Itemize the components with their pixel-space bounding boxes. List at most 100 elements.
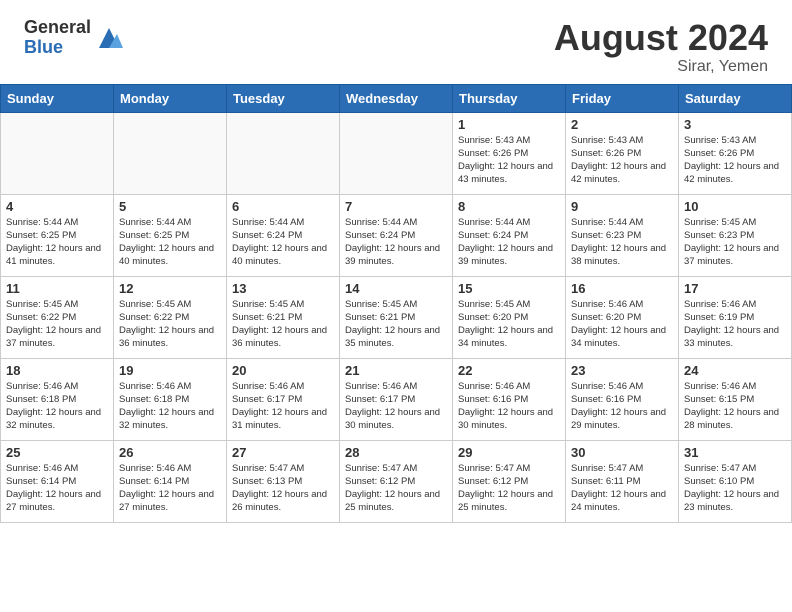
table-row	[1, 112, 114, 194]
day-number: 14	[345, 281, 447, 296]
day-info: Sunrise: 5:46 AM Sunset: 6:14 PM Dayligh…	[119, 462, 221, 515]
day-number: 8	[458, 199, 560, 214]
day-info: Sunrise: 5:46 AM Sunset: 6:15 PM Dayligh…	[684, 380, 786, 433]
day-number: 11	[6, 281, 108, 296]
day-number: 5	[119, 199, 221, 214]
col-sunday: Sunday	[1, 84, 114, 112]
table-row: 6Sunrise: 5:44 AM Sunset: 6:24 PM Daylig…	[227, 194, 340, 276]
day-number: 20	[232, 363, 334, 378]
table-row: 1 Sunrise: 5:43 AM Sunset: 6:26 PM Daylig…	[453, 112, 566, 194]
week-row-3: 11 Sunrise: 5:45 AM Sunset: 6:22 PM Dayli…	[1, 276, 792, 358]
table-row: 4 Sunrise: 5:44 AM Sunset: 6:25 PM Daylig…	[1, 194, 114, 276]
week-row-1: 1 Sunrise: 5:43 AM Sunset: 6:26 PM Daylig…	[1, 112, 792, 194]
table-row: 10 Sunrise: 5:45 AM Sunset: 6:23 PM Dayli…	[679, 194, 792, 276]
day-info: Sunrise: 5:43 AM Sunset: 6:26 PM Dayligh…	[684, 134, 786, 187]
day-info: Sunrise: 5:46 AM Sunset: 6:17 PM Dayligh…	[232, 380, 334, 433]
day-info: Sunrise: 5:46 AM Sunset: 6:18 PM Dayligh…	[119, 380, 221, 433]
day-info: Sunrise: 5:44 AM Sunset: 6:24 PM Dayligh…	[458, 216, 560, 269]
week-row-2: 4 Sunrise: 5:44 AM Sunset: 6:25 PM Daylig…	[1, 194, 792, 276]
day-number: 1	[458, 117, 560, 132]
day-number: 15	[458, 281, 560, 296]
table-row: 29 Sunrise: 5:47 AM Sunset: 6:12 PM Dayli…	[453, 440, 566, 522]
table-row: 24Sunrise: 5:46 AM Sunset: 6:15 PM Dayli…	[679, 358, 792, 440]
day-number: 2	[571, 117, 673, 132]
day-info: Sunrise: 5:45 AM Sunset: 6:21 PM Dayligh…	[232, 298, 334, 351]
title-block: August 2024 Sirar, Yemen	[554, 18, 768, 76]
day-info: Sunrise: 5:46 AM Sunset: 6:20 PM Dayligh…	[571, 298, 673, 351]
day-number: 7	[345, 199, 447, 214]
day-number: 29	[458, 445, 560, 460]
table-row: 7 Sunrise: 5:44 AM Sunset: 6:24 PM Daylig…	[340, 194, 453, 276]
table-row: 17 Sunrise: 5:46 AM Sunset: 6:19 PM Dayli…	[679, 276, 792, 358]
table-row: 15 Sunrise: 5:45 AM Sunset: 6:20 PM Dayli…	[453, 276, 566, 358]
table-row: 25Sunrise: 5:46 AM Sunset: 6:14 PM Dayli…	[1, 440, 114, 522]
day-number: 21	[345, 363, 447, 378]
table-row: 27Sunrise: 5:47 AM Sunset: 6:13 PM Dayli…	[227, 440, 340, 522]
day-info: Sunrise: 5:45 AM Sunset: 6:21 PM Dayligh…	[345, 298, 447, 351]
day-info: Sunrise: 5:44 AM Sunset: 6:24 PM Dayligh…	[345, 216, 447, 269]
day-info: Sunrise: 5:45 AM Sunset: 6:23 PM Dayligh…	[684, 216, 786, 269]
day-info: Sunrise: 5:47 AM Sunset: 6:10 PM Dayligh…	[684, 462, 786, 515]
table-row: 26 Sunrise: 5:46 AM Sunset: 6:14 PM Dayli…	[114, 440, 227, 522]
table-row: 22 Sunrise: 5:46 AM Sunset: 6:16 PM Dayli…	[453, 358, 566, 440]
week-row-5: 25 Sunrise: 5:46 AM Sunset: 6:14 PM Dayli…	[1, 440, 792, 522]
table-row	[227, 112, 340, 194]
day-number: 25	[6, 445, 108, 460]
col-thursday: Thursday	[453, 84, 566, 112]
day-number: 17	[684, 281, 786, 296]
day-info: Sunrise: 5:47 AM Sunset: 6:11 PM Dayligh…	[571, 462, 673, 515]
day-info: Sunrise: 5:44 AM Sunset: 6:25 PM Dayligh…	[6, 216, 108, 269]
day-number: 30	[571, 445, 673, 460]
day-info: Sunrise: 5:46 AM Sunset: 6:17 PM Dayligh…	[345, 380, 447, 433]
table-row: 11 Sunrise: 5:45 AM Sunset: 6:22 PM Dayli…	[1, 276, 114, 358]
day-number: 22	[458, 363, 560, 378]
table-row: 3Sunrise: 5:43 AM Sunset: 6:26 PM Daylig…	[679, 112, 792, 194]
table-row: 2 Sunrise: 5:43 AM Sunset: 6:26 PM Daylig…	[566, 112, 679, 194]
day-number: 27	[232, 445, 334, 460]
day-info: Sunrise: 5:45 AM Sunset: 6:22 PM Dayligh…	[6, 298, 108, 351]
day-number: 26	[119, 445, 221, 460]
day-info: Sunrise: 5:47 AM Sunset: 6:12 PM Dayligh…	[458, 462, 560, 515]
table-row: 12 Sunrise: 5:45 AM Sunset: 6:22 PM Dayli…	[114, 276, 227, 358]
logo-icon	[95, 24, 123, 52]
logo-general: General	[24, 18, 91, 38]
table-row	[114, 112, 227, 194]
day-number: 19	[119, 363, 221, 378]
week-row-4: 18 Sunrise: 5:46 AM Sunset: 6:18 PM Dayli…	[1, 358, 792, 440]
col-monday: Monday	[114, 84, 227, 112]
day-info: Sunrise: 5:43 AM Sunset: 6:26 PM Dayligh…	[571, 134, 673, 187]
table-row: 16Sunrise: 5:46 AM Sunset: 6:20 PM Dayli…	[566, 276, 679, 358]
table-row: 31 Sunrise: 5:47 AM Sunset: 6:10 PM Dayli…	[679, 440, 792, 522]
col-friday: Friday	[566, 84, 679, 112]
day-number: 4	[6, 199, 108, 214]
table-row: 23Sunrise: 5:46 AM Sunset: 6:16 PM Dayli…	[566, 358, 679, 440]
day-number: 10	[684, 199, 786, 214]
col-saturday: Saturday	[679, 84, 792, 112]
day-number: 31	[684, 445, 786, 460]
day-number: 28	[345, 445, 447, 460]
day-number: 6	[232, 199, 334, 214]
table-row: 13Sunrise: 5:45 AM Sunset: 6:21 PM Dayli…	[227, 276, 340, 358]
table-row: 28 Sunrise: 5:47 AM Sunset: 6:12 PM Dayli…	[340, 440, 453, 522]
day-info: Sunrise: 5:46 AM Sunset: 6:19 PM Dayligh…	[684, 298, 786, 351]
day-info: Sunrise: 5:43 AM Sunset: 6:26 PM Dayligh…	[458, 134, 560, 187]
month-year-title: August 2024	[554, 18, 768, 58]
table-row: 9Sunrise: 5:44 AM Sunset: 6:23 PM Daylig…	[566, 194, 679, 276]
table-row: 30 Sunrise: 5:47 AM Sunset: 6:11 PM Dayli…	[566, 440, 679, 522]
table-row	[340, 112, 453, 194]
table-row: 21 Sunrise: 5:46 AM Sunset: 6:17 PM Dayli…	[340, 358, 453, 440]
logo-blue: Blue	[24, 38, 91, 58]
table-row: 18Sunrise: 5:46 AM Sunset: 6:18 PM Dayli…	[1, 358, 114, 440]
calendar-table: Sunday Monday Tuesday Wednesday Thursday…	[0, 84, 792, 523]
page-header: General Blue August 2024 Sirar, Yemen	[0, 0, 792, 84]
day-info: Sunrise: 5:45 AM Sunset: 6:22 PM Dayligh…	[119, 298, 221, 351]
day-number: 12	[119, 281, 221, 296]
day-info: Sunrise: 5:45 AM Sunset: 6:20 PM Dayligh…	[458, 298, 560, 351]
table-row: 8 Sunrise: 5:44 AM Sunset: 6:24 PM Daylig…	[453, 194, 566, 276]
day-info: Sunrise: 5:47 AM Sunset: 6:12 PM Dayligh…	[345, 462, 447, 515]
day-info: Sunrise: 5:46 AM Sunset: 6:16 PM Dayligh…	[458, 380, 560, 433]
location-subtitle: Sirar, Yemen	[554, 58, 768, 76]
day-number: 18	[6, 363, 108, 378]
day-number: 9	[571, 199, 673, 214]
day-info: Sunrise: 5:44 AM Sunset: 6:25 PM Dayligh…	[119, 216, 221, 269]
